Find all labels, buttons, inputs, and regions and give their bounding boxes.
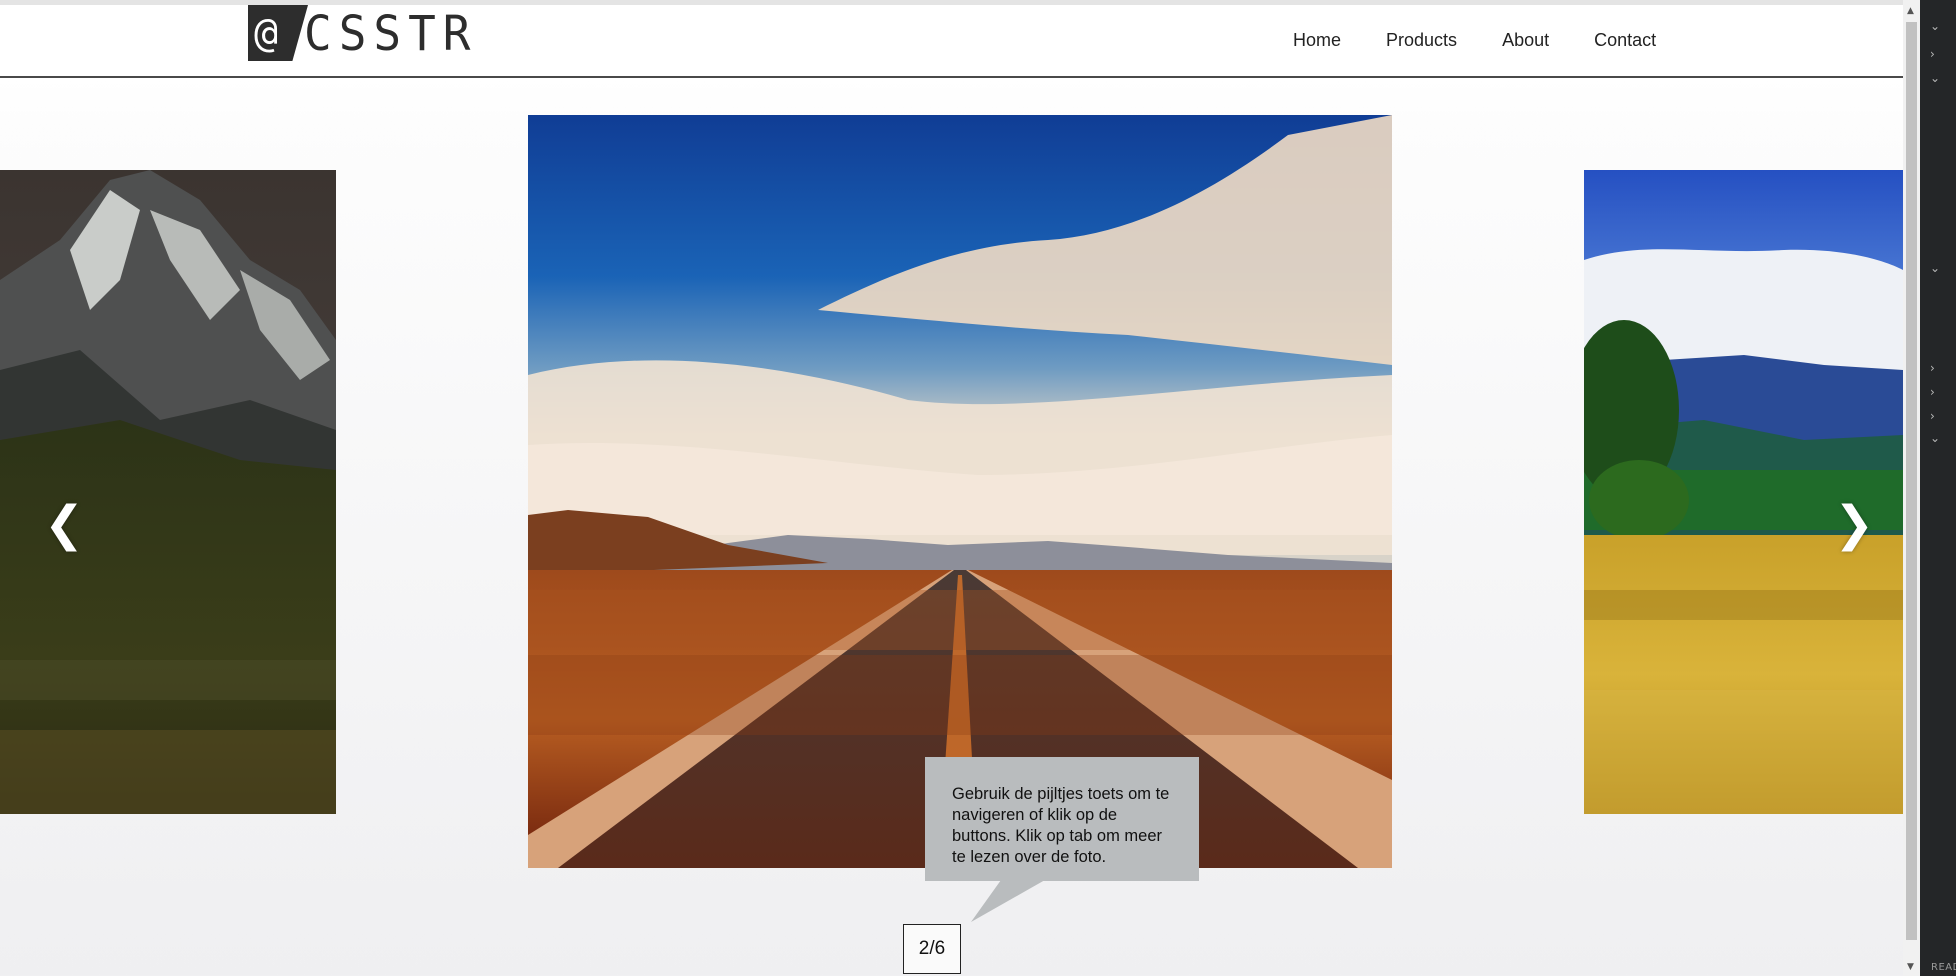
carousel-slide-current[interactable] (528, 115, 1392, 868)
panel-status-text: READ (1931, 962, 1956, 973)
desert-road-photo (528, 115, 1392, 868)
scroll-thumb[interactable] (1906, 22, 1917, 940)
carousel-next-button[interactable]: ❯ (1834, 500, 1874, 548)
chevron-right-icon[interactable]: › (1930, 48, 1935, 60)
chevron-down-icon[interactable]: ⌄ (1930, 262, 1940, 274)
logo-text: CSSTR (304, 4, 478, 62)
chevron-right-icon[interactable]: › (1930, 410, 1935, 422)
devtools-side-panel: ⌄ › ⌄ ⌄ › › › ⌄ READ (1920, 0, 1956, 976)
navigation-hint-tooltip: Gebruik de pijltjes toets om te navigere… (925, 757, 1199, 881)
meadow-photo (1584, 170, 1903, 814)
site-header: @ CSSTR Home Products About Contact (0, 5, 1903, 78)
chevron-right-icon[interactable]: › (1930, 362, 1935, 374)
nav-home[interactable]: Home (1293, 30, 1341, 51)
chevron-right-icon[interactable]: › (1930, 386, 1935, 398)
carousel-prev-button[interactable]: ❮ (44, 500, 84, 548)
nav-about[interactable]: About (1502, 30, 1549, 51)
nav-contact[interactable]: Contact (1594, 30, 1656, 51)
triangle-up-icon[interactable]: ▲ (1907, 6, 1914, 16)
nav-products[interactable]: Products (1386, 30, 1457, 51)
carousel-slide-previous[interactable] (0, 170, 336, 814)
chevron-down-icon[interactable]: ⌄ (1930, 72, 1940, 84)
triangle-down-icon[interactable]: ▼ (1907, 962, 1914, 972)
tooltip-tail (971, 880, 1045, 922)
carousel-slide-next[interactable] (1584, 170, 1903, 814)
site-logo[interactable]: @ CSSTR (248, 5, 477, 61)
chevron-down-icon[interactable]: ⌄ (1930, 20, 1940, 32)
mountain-photo (0, 170, 336, 814)
chevron-down-icon[interactable]: ⌄ (1930, 432, 1940, 444)
logo-mark: @ (248, 5, 308, 61)
slide-counter: 2/6 (903, 924, 961, 974)
main-nav: Home Products About Contact (1293, 30, 1656, 51)
page-scrollbar[interactable]: ▲ ▼ (1903, 0, 1920, 976)
